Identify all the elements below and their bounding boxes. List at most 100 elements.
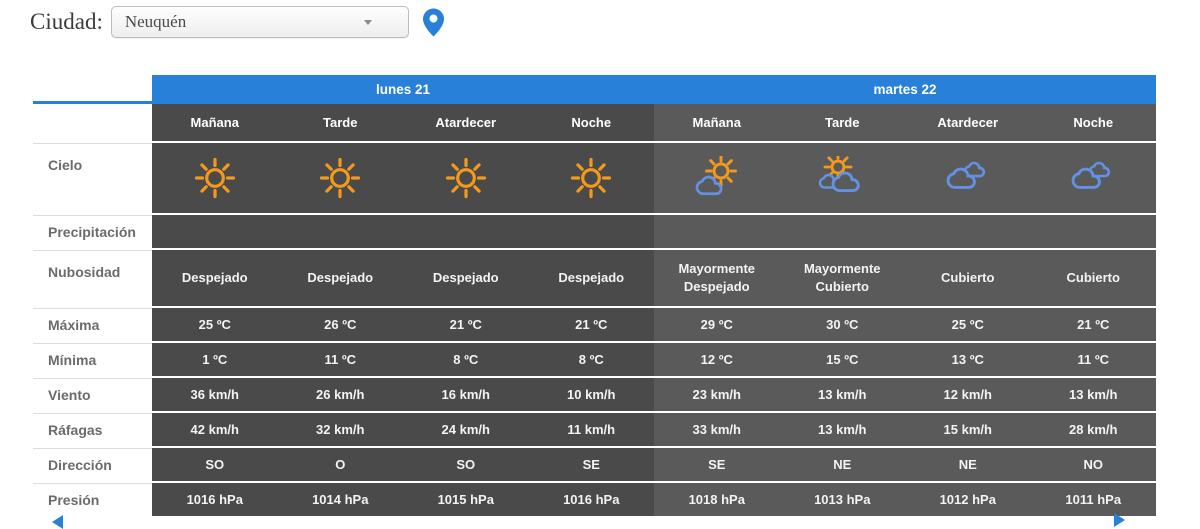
row-minima: Mínima 1 ºC 11 ºC 8 ºC 8 ºC 12 ºC 15 ºC … xyxy=(33,343,1156,376)
forecast-cell: 13 km/h xyxy=(1069,386,1118,402)
forecast-cell: 30 ºC xyxy=(826,316,859,332)
period-header: Tarde xyxy=(825,115,860,130)
geolocate-button[interactable] xyxy=(422,8,444,37)
forecast-cell: 29 ºC xyxy=(700,316,733,332)
period-header-row: Mañana Tarde Atardecer Noche Mañana Tard… xyxy=(33,104,1156,141)
row-rafagas: Ráfagas 42 km/h 32 km/h 24 km/h 11 km/h … xyxy=(33,413,1156,446)
forecast-cell xyxy=(654,215,780,248)
city-select[interactable]: Neuquén xyxy=(110,6,409,38)
sun-icon xyxy=(278,143,404,213)
forecast-cell: 1013 hPa xyxy=(814,491,871,507)
forecast-cell: Despejado xyxy=(558,270,625,286)
forecast-cell: 1014 hPa xyxy=(312,491,369,507)
sun-behind-clouds-icon xyxy=(780,143,906,213)
row-cielo: Cielo xyxy=(33,143,1156,213)
forecast-cell: 1 ºC xyxy=(202,351,228,367)
row-viento: Viento 36 km/h 26 km/h 16 km/h 10 km/h 2… xyxy=(33,378,1156,411)
location-pin-icon xyxy=(422,8,444,36)
day-header-row: lunes 21 martes 22 xyxy=(33,75,1156,104)
period-header: Atardecer xyxy=(435,115,497,130)
forecast-cell: 10 km/h xyxy=(567,386,616,402)
forecast-cell: 11 ºC xyxy=(324,351,357,367)
forecast-cell: 13 ºC xyxy=(951,351,984,367)
forecast-cell: Despejado xyxy=(307,270,374,286)
forecast-cell: 21 ºC xyxy=(1077,316,1110,332)
row-label: Cielo xyxy=(33,143,152,213)
day-header-gutter xyxy=(33,75,152,104)
forecast-cell: NO xyxy=(1083,456,1104,472)
forecast-cell: 16 km/h xyxy=(441,386,490,402)
forecast-cell: SE xyxy=(582,456,600,472)
row-label: Dirección xyxy=(33,448,152,481)
forecast-cell: 8 ºC xyxy=(453,351,479,367)
city-select-value: Neuquén xyxy=(124,12,187,31)
forecast-cell: SE xyxy=(708,456,726,472)
row-precipitacion: Precipitación xyxy=(33,215,1156,248)
forecast-cell: Despejado xyxy=(181,270,248,286)
forecast-cell: NE xyxy=(833,456,852,472)
city-label: Ciudad: xyxy=(30,9,103,34)
forecast-cell: 1011 hPa xyxy=(1065,491,1122,507)
forecast-cell: NE xyxy=(958,456,977,472)
day-header-martes: martes 22 xyxy=(654,75,1156,104)
forecast-table: lunes 21 martes 22 Mañana Tarde Atardece… xyxy=(33,75,1156,516)
forecast-cell xyxy=(905,215,1031,248)
clouds-icon xyxy=(1031,143,1157,213)
forecast-cell: 1016 hPa xyxy=(186,491,243,507)
forecast-cell: 23 km/h xyxy=(692,386,741,402)
forecast-cell: 33 km/h xyxy=(692,421,741,437)
row-label: Nubosidad xyxy=(33,250,152,306)
period-header: Atardecer xyxy=(937,115,999,130)
row-label: Presión xyxy=(33,483,152,516)
forecast-cell: 36 km/h xyxy=(190,386,239,402)
sun-icon xyxy=(529,143,655,213)
forecast-cell: Cubierto xyxy=(941,270,995,286)
forecast-cell xyxy=(152,215,278,248)
forecast-cell: Mayormente Cubierto xyxy=(803,261,881,294)
forecast-cell: 28 km/h xyxy=(1069,421,1118,437)
forecast-cell: 26 km/h xyxy=(316,386,365,402)
forecast-cell: SO xyxy=(456,456,476,472)
chevron-left-icon[interactable] xyxy=(52,515,63,529)
forecast-cell xyxy=(529,215,655,248)
forecast-cell: 12 ºC xyxy=(700,351,733,367)
row-presion: Presión 1016 hPa 1014 hPa 1015 hPa 1016 … xyxy=(33,483,1156,516)
forecast-cell: 24 km/h xyxy=(441,421,490,437)
forecast-cell xyxy=(1031,215,1157,248)
row-label: Mínima xyxy=(33,343,152,376)
forecast-cell: Despejado xyxy=(432,270,499,286)
chevron-down-icon xyxy=(363,20,372,25)
forecast-cell: 32 km/h xyxy=(316,421,365,437)
period-header: Mañana xyxy=(190,115,239,130)
forecast-cell: 25 ºC xyxy=(198,316,231,332)
forecast-cell: 15 ºC xyxy=(826,351,859,367)
forecast-cell: 1012 hPa xyxy=(939,491,996,507)
row-maxima: Máxima 25 ºC 26 ºC 21 ºC 21 ºC 29 ºC 30 … xyxy=(33,308,1156,341)
row-label: Precipitación xyxy=(33,215,152,248)
day-header-lunes: lunes 21 xyxy=(152,75,654,104)
forecast-cell xyxy=(780,215,906,248)
row-label: Viento xyxy=(33,378,152,411)
row-label: Ráfagas xyxy=(33,413,152,446)
row-label: Máxima xyxy=(33,308,152,341)
period-header: Noche xyxy=(1073,115,1114,130)
forecast-cell: 13 km/h xyxy=(818,386,867,402)
row-direccion: Dirección SO O SO SE SE NE NE NO xyxy=(33,448,1156,481)
forecast-cell xyxy=(403,215,529,248)
city-selector-bar: Ciudad: Neuquén xyxy=(30,6,444,38)
sun-behind-cloud-icon xyxy=(654,143,780,213)
forecast-cell: 13 km/h xyxy=(818,421,867,437)
forecast-cell xyxy=(278,215,404,248)
forecast-cell: 1016 hPa xyxy=(563,491,620,507)
row-nubosidad: Nubosidad Despejado Despejado Despejado … xyxy=(33,250,1156,306)
forecast-cell: 1015 hPa xyxy=(437,491,494,507)
sun-icon xyxy=(403,143,529,213)
forecast-cell: SO xyxy=(205,456,225,472)
forecast-cell: 12 km/h xyxy=(943,386,992,402)
forecast-cell: 26 ºC xyxy=(324,316,357,332)
chevron-right-icon[interactable] xyxy=(1114,513,1125,527)
forecast-cell: 21 ºC xyxy=(575,316,608,332)
forecast-cell: 1018 hPa xyxy=(688,491,745,507)
sun-icon xyxy=(152,143,278,213)
clouds-icon xyxy=(905,143,1031,213)
